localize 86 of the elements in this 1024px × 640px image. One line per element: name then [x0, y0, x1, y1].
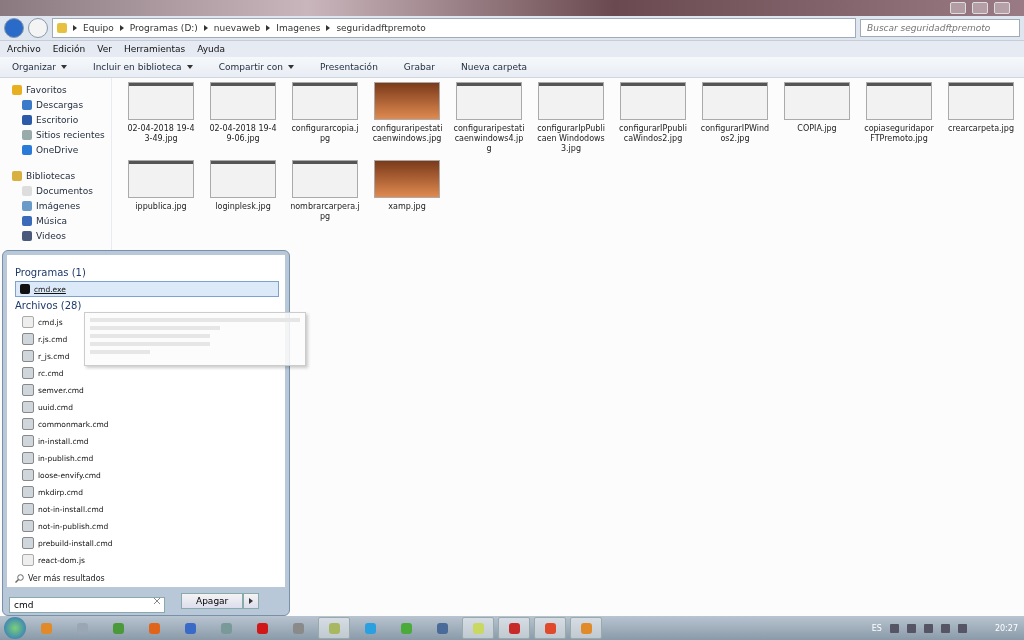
caret-icon — [249, 597, 254, 604]
toolbar-button[interactable]: Presentación — [319, 62, 378, 72]
maximize-button[interactable] — [972, 2, 988, 14]
more-results-link[interactable]: Ver más resultados — [15, 574, 279, 583]
sidebar-item[interactable]: Descargas — [12, 99, 111, 111]
search-icon — [15, 574, 24, 583]
sidebar-item[interactable]: Favoritos — [12, 84, 111, 96]
sidebar-item[interactable]: Sitios recientes — [12, 129, 111, 141]
search-field[interactable]: Buscar seguridadftpremoto — [860, 19, 1020, 37]
file-name[interactable]: configurarIPpublicaWindos2.jpg — [617, 124, 689, 144]
file-name[interactable]: crearcarpeta.jpg — [945, 124, 1017, 134]
image-thumbnail[interactable] — [128, 160, 194, 198]
breadcrumb[interactable]: Imagenes — [276, 23, 321, 33]
caret-icon — [287, 65, 294, 69]
address-bar[interactable]: Equipo Programas (D:) nuevaweb Imagenes seguridadftpremoto — [52, 18, 856, 38]
sidebar-item[interactable]: Documentos — [12, 185, 111, 197]
chevron-icon — [119, 25, 124, 31]
sidebar-item[interactable]: Imágenes — [12, 200, 111, 212]
image-thumbnail[interactable] — [538, 82, 604, 120]
close-button[interactable] — [994, 2, 1010, 14]
section-title: Archivos (28) — [15, 300, 82, 311]
file-name[interactable]: ippublica.jpg — [125, 202, 197, 212]
toolbar-button[interactable]: Grabar — [403, 62, 435, 72]
image-thumbnail[interactable] — [210, 82, 276, 120]
menu-item[interactable]: Herramientas — [123, 44, 186, 54]
image-thumbnail[interactable] — [292, 82, 358, 120]
file-icon — [22, 316, 34, 328]
file-name[interactable]: loginplesk.jpg — [207, 202, 279, 212]
chevron-icon — [203, 25, 208, 31]
search-field[interactable]: cmd — [9, 597, 165, 613]
chevron-icon — [266, 25, 271, 31]
chevron-icon — [73, 25, 77, 31]
start-button[interactable] — [4, 617, 26, 639]
file-name[interactable]: configurarcopia.jpg — [289, 124, 361, 144]
toolbar-button[interactable]: Compartir con — [218, 62, 294, 72]
minimize-button[interactable] — [950, 2, 966, 14]
image-thumbnail[interactable] — [866, 82, 932, 120]
caret-icon — [61, 65, 67, 69]
menu-item[interactable]: Ayuda — [197, 44, 226, 54]
file-name[interactable]: configuraripestaticaenwindows4.jpg — [453, 124, 525, 154]
menu-item[interactable]: Ver — [97, 44, 112, 54]
image-thumbnail[interactable] — [210, 160, 276, 198]
sidebar-item[interactable]: OneDrive — [12, 144, 111, 156]
back-button[interactable] — [4, 18, 24, 38]
breadcrumb[interactable]: nuevaweb — [213, 23, 261, 33]
file-name[interactable]: configuraripestaticaenwindows.jpg — [371, 124, 443, 144]
file-name[interactable]: 02-04-2018 19-43-49.jpg — [125, 124, 197, 144]
image-thumbnail[interactable] — [456, 82, 522, 120]
clear-icon[interactable] — [154, 598, 160, 604]
file-name[interactable]: configurarIPWindos2.jpg — [699, 124, 771, 144]
sidebar-item[interactable]: Escritorio — [12, 114, 111, 126]
breadcrumb[interactable]: seguridadftpremoto — [336, 23, 426, 33]
sidebar-item[interactable]: Bibliotecas — [12, 170, 111, 182]
caret-icon — [186, 65, 193, 69]
image-thumbnail[interactable] — [128, 82, 194, 120]
taskbar-app-button[interactable] — [534, 617, 566, 639]
image-thumbnail[interactable] — [374, 160, 440, 198]
image-thumbnail[interactable] — [702, 82, 768, 120]
file-name[interactable]: xamp.jpg — [371, 202, 443, 212]
shutdown-button[interactable]: Apagar — [181, 593, 244, 609]
image-thumbnail[interactable] — [620, 82, 686, 120]
file-name[interactable]: nombrarcarpera.jpg — [289, 202, 361, 222]
image-thumbnail[interactable] — [948, 82, 1014, 120]
chevron-icon — [326, 25, 331, 31]
sidebar-item[interactable]: Música — [12, 215, 111, 227]
menu-item[interactable]: Edición — [52, 44, 86, 54]
taskbar-app-button[interactable] — [498, 617, 530, 639]
taskbar-app-button[interactable] — [570, 617, 602, 639]
file-name[interactable]: COPIA.jpg — [781, 124, 853, 134]
shutdown-options-button[interactable] — [243, 593, 260, 609]
file-icon — [22, 554, 34, 566]
section-title: Programas (1) — [15, 267, 86, 278]
file-name[interactable]: copiaseguridaporFTPremoto.jpg — [863, 124, 935, 144]
breadcrumb[interactable]: Equipo — [83, 23, 114, 33]
file-name[interactable]: 02-04-2018 19-49-06.jpg — [207, 124, 279, 144]
toolbar-button[interactable]: Organizar — [12, 62, 67, 72]
breadcrumb[interactable]: Programas (D:) — [129, 23, 198, 33]
forward-button[interactable] — [28, 18, 48, 38]
image-thumbnail[interactable] — [374, 82, 440, 120]
toolbar-button[interactable]: Nueva carpeta — [460, 62, 528, 72]
sidebar-item[interactable]: Videos — [12, 230, 111, 242]
menu-item[interactable]: Archivo — [7, 44, 41, 54]
image-thumbnail[interactable] — [784, 82, 850, 120]
file-name[interactable]: configurarIpPublicaen Windodows3.jpg — [535, 124, 607, 154]
image-thumbnail[interactable] — [292, 160, 358, 198]
toolbar-button[interactable]: Incluir en biblioteca — [93, 62, 193, 72]
